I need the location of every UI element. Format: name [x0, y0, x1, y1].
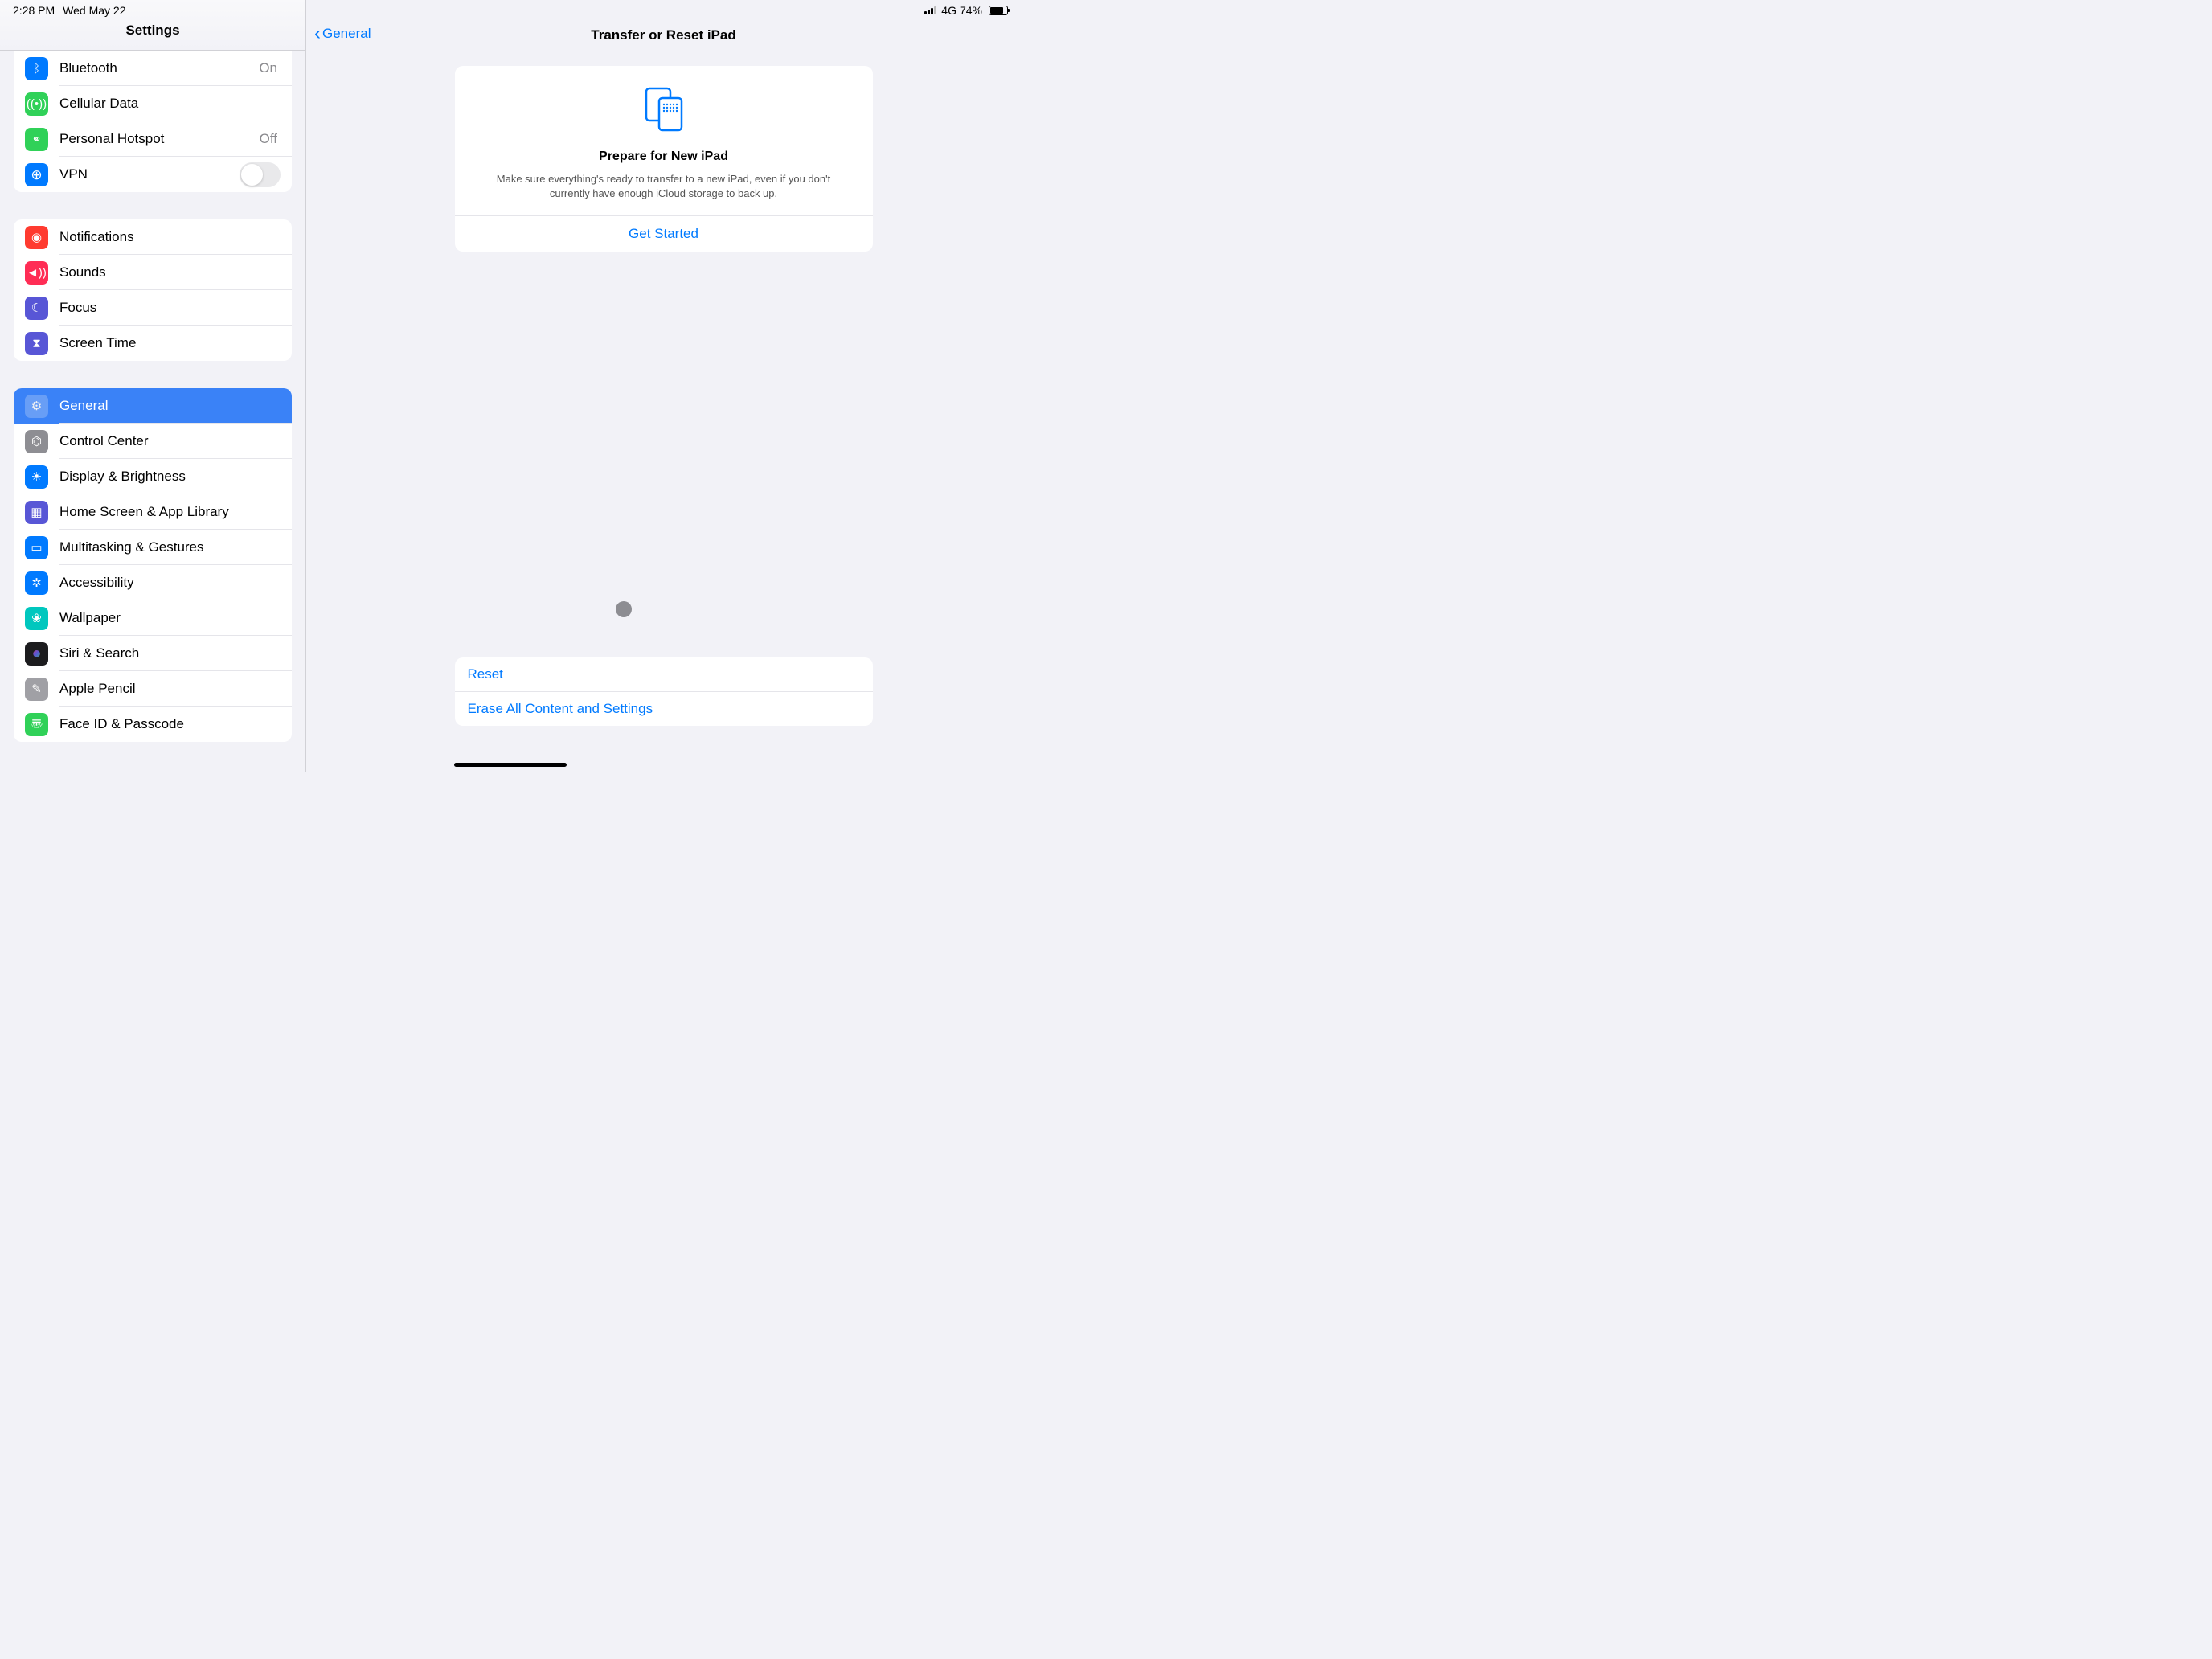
status-date: Wed May 22 [63, 4, 125, 17]
sidebar-item-vpn[interactable]: ⊕ VPN [14, 157, 292, 192]
sidebar-item-bluetooth[interactable]: ᛒ Bluetooth On [14, 51, 292, 86]
devices-icon [635, 82, 693, 140]
detail-pane: ‹ General Transfer or Reset iPad Prepare… [306, 0, 1021, 772]
bluetooth-icon: ᛒ [25, 57, 48, 80]
sidebar-item-hotspot[interactable]: ⚭ Personal Hotspot Off [14, 121, 292, 157]
gear-icon: ⚙ [25, 395, 48, 418]
sidebar-title: Settings [0, 23, 305, 39]
prepare-body: Make sure everything's ready to transfer… [455, 172, 873, 215]
row-value: Off [260, 131, 277, 147]
row-label: Siri & Search [59, 645, 281, 662]
sidebar-item-multitasking[interactable]: ▭ Multitasking & Gestures [14, 530, 292, 565]
row-label: Control Center [59, 433, 281, 449]
sidebar-item-pencil[interactable]: ✎ Apple Pencil [14, 671, 292, 707]
sidebar-group-system: ⚙ General ⌬ Control Center ☀ Display & B… [14, 388, 292, 742]
erase-button[interactable]: Erase All Content and Settings [455, 691, 873, 726]
status-battery-pct: 74% [960, 4, 982, 17]
sidebar-item-wallpaper[interactable]: ❀ Wallpaper [14, 600, 292, 636]
sidebar-item-cellular[interactable]: ((•)) Cellular Data [14, 86, 292, 121]
sidebar-item-control-center[interactable]: ⌬ Control Center [14, 424, 292, 459]
sun-icon: ☀ [25, 465, 48, 489]
row-value: On [259, 60, 277, 76]
speaker-icon: ◄)) [25, 261, 48, 285]
row-label: Bluetooth [59, 60, 259, 76]
signal-icon [924, 6, 936, 14]
status-bar: 2:28 PM Wed May 22 4G 74% [0, 0, 1021, 19]
bell-icon: ◉ [25, 226, 48, 249]
home-indicator [454, 763, 567, 767]
sidebar-group-alerts: ◉ Notifications ◄)) Sounds ☾ Focus ⧗ Scr… [14, 219, 292, 361]
sidebar-item-screentime[interactable]: ⧗ Screen Time [14, 326, 292, 361]
antenna-icon: ((•)) [25, 92, 48, 116]
get-started-button[interactable]: Get Started [455, 215, 873, 252]
page-title: Transfer or Reset iPad [306, 27, 1021, 43]
row-label: Wallpaper [59, 610, 281, 626]
flower-icon: ❀ [25, 607, 48, 630]
row-label: Focus [59, 300, 281, 316]
sidebar-item-display[interactable]: ☀ Display & Brightness [14, 459, 292, 494]
cursor-indicator [616, 601, 632, 617]
row-label: Personal Hotspot [59, 131, 260, 147]
globe-icon: ⊕ [25, 163, 48, 186]
pencil-icon: ✎ [25, 678, 48, 701]
options-card: Reset Erase All Content and Settings [455, 657, 873, 726]
detail-content: Prepare for New iPad Make sure everythin… [306, 53, 1021, 772]
prepare-heading: Prepare for New iPad [455, 150, 873, 164]
sidebar-item-accessibility[interactable]: ✲ Accessibility [14, 565, 292, 600]
row-label: Apple Pencil [59, 681, 281, 697]
row-label: Display & Brightness [59, 469, 281, 485]
row-label: VPN [59, 166, 240, 182]
back-button[interactable]: ‹ General [314, 24, 371, 43]
sidebar-item-notifications[interactable]: ◉ Notifications [14, 219, 292, 255]
row-label: Notifications [59, 229, 281, 245]
siri-icon: ● [25, 642, 48, 666]
chevron-left-icon: ‹ [314, 24, 321, 43]
row-label: Cellular Data [59, 96, 281, 112]
vpn-toggle[interactable] [240, 162, 281, 187]
rects-icon: ▭ [25, 536, 48, 559]
moon-icon: ☾ [25, 297, 48, 320]
settings-sidebar: Settings ᛒ Bluetooth On ((•)) Cellular D… [0, 0, 306, 772]
row-label: Face ID & Passcode [59, 716, 281, 732]
row-label: Home Screen & App Library [59, 504, 281, 520]
row-label: Screen Time [59, 335, 281, 351]
sidebar-item-sounds[interactable]: ◄)) Sounds [14, 255, 292, 290]
row-label: Multitasking & Gestures [59, 539, 281, 555]
sidebar-group-connectivity: ᛒ Bluetooth On ((•)) Cellular Data ⚭ Per… [14, 51, 292, 192]
row-label: Sounds [59, 264, 281, 281]
sidebar-item-general[interactable]: ⚙ General [14, 388, 292, 424]
sidebar-item-siri[interactable]: ● Siri & Search [14, 636, 292, 671]
person-icon: ✲ [25, 571, 48, 595]
status-network: 4G [941, 4, 956, 17]
sidebar-item-homescreen[interactable]: ▦ Home Screen & App Library [14, 494, 292, 530]
row-label: General [59, 398, 281, 414]
reset-button[interactable]: Reset [455, 657, 873, 691]
link-icon: ⚭ [25, 128, 48, 151]
switches-icon: ⌬ [25, 430, 48, 453]
row-label: Accessibility [59, 575, 281, 591]
sidebar-item-focus[interactable]: ☾ Focus [14, 290, 292, 326]
back-label: General [322, 26, 371, 42]
hourglass-icon: ⧗ [25, 332, 48, 355]
battery-icon [989, 6, 1008, 15]
sidebar-item-faceid[interactable]: 〠 Face ID & Passcode [14, 707, 292, 742]
prepare-card: Prepare for New iPad Make sure everythin… [455, 66, 873, 252]
status-time: 2:28 PM [13, 4, 55, 17]
grid-icon: ▦ [25, 501, 48, 524]
faceid-icon: 〠 [25, 713, 48, 736]
